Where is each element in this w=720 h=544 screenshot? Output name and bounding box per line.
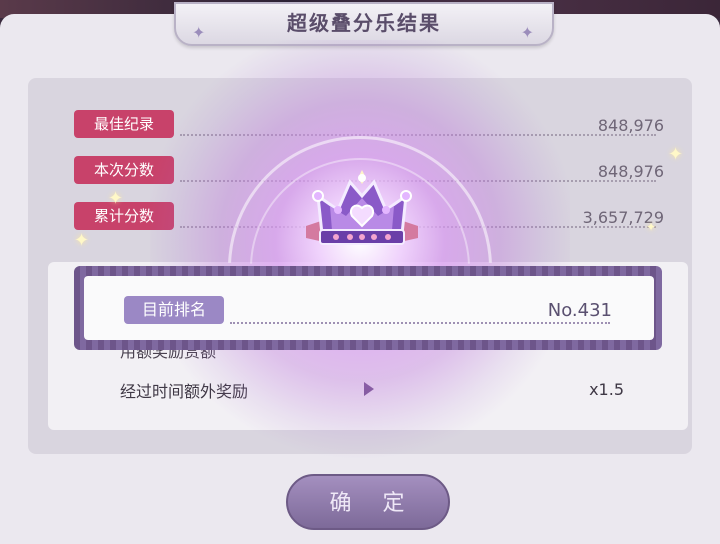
- time-bonus-label: 经过时间额外奖励: [120, 382, 249, 401]
- star-icon: ✦: [192, 23, 208, 42]
- time-bonus-value: x1.5: [589, 380, 624, 399]
- total-score-label: 累计分数: [74, 202, 174, 230]
- divider: [230, 322, 610, 324]
- page-title: ✦ 超级叠分乐结果 ✦: [174, 2, 554, 46]
- current-score-value: 848,976: [597, 162, 664, 181]
- best-record-label: 最佳纪录: [74, 110, 174, 138]
- current-score-label: 本次分数: [74, 156, 174, 184]
- sparkle-icon: ✦: [646, 220, 657, 234]
- rank-value: No.431: [547, 300, 612, 321]
- sparkle-icon: ✦: [74, 230, 90, 251]
- sparkle-icon: ✦: [108, 188, 124, 209]
- best-record-value: 848,976: [597, 116, 664, 135]
- crown-icon: [306, 170, 418, 245]
- divider: [180, 134, 656, 136]
- page-title-text: 超级叠分乐结果: [287, 11, 441, 35]
- star-icon: ✦: [520, 23, 536, 42]
- sparkle-icon: ✦: [668, 144, 684, 165]
- play-arrow-icon: [364, 382, 374, 396]
- rank-label: 目前排名: [124, 296, 224, 324]
- confirm-button[interactable]: 确 定: [286, 474, 450, 530]
